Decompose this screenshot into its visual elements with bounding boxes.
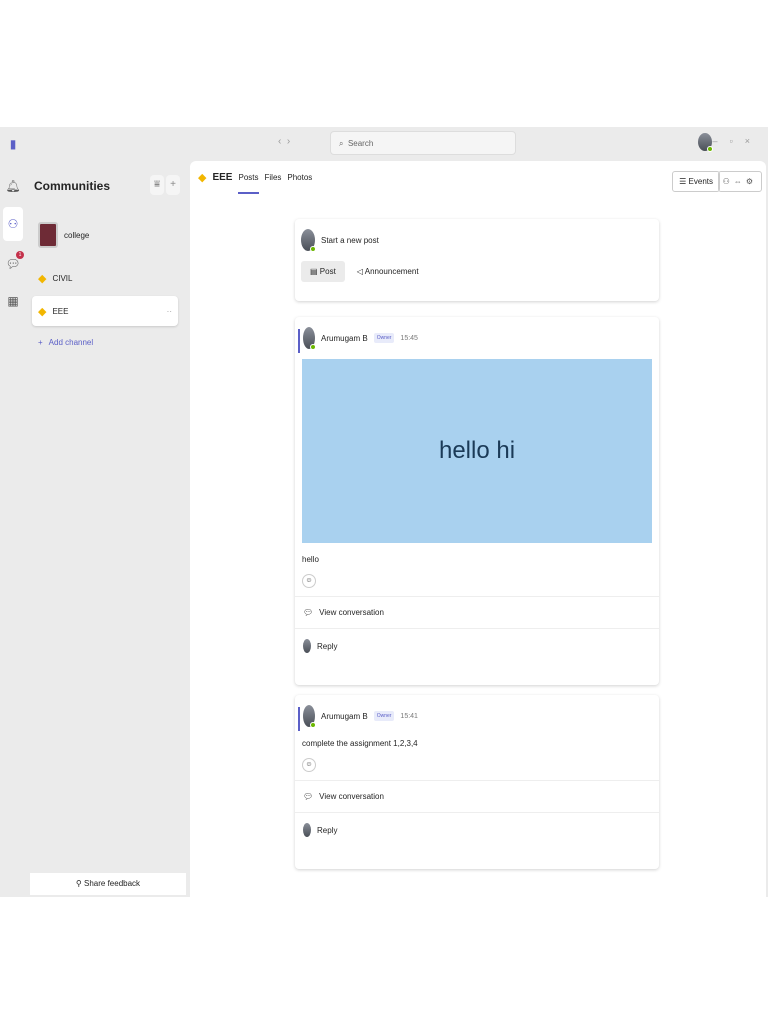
channel-eee[interactable]: ◆ EEE ·· xyxy=(32,296,178,326)
channel-civil[interactable]: ◆ CIVIL xyxy=(32,263,178,293)
add-reaction-icon[interactable]: ☺ xyxy=(302,574,316,588)
tab-photos[interactable]: Photos xyxy=(287,173,312,182)
events-button[interactable]: ☰ Events xyxy=(672,171,720,192)
search-input[interactable]: ⌕ Search xyxy=(330,131,516,155)
item-label: EEE xyxy=(52,306,69,316)
window-controls[interactable]: –▫× xyxy=(713,136,762,146)
avatar xyxy=(303,705,316,728)
view-label: View conversation xyxy=(319,608,384,617)
post-header: Arumugam B Owner 15:45 xyxy=(295,317,659,359)
add-button[interactable]: + xyxy=(166,175,180,195)
owner-badge: Owner xyxy=(373,711,395,721)
image-text: hello hi xyxy=(438,437,516,464)
author: Arumugam B xyxy=(321,333,368,343)
feedback-label: Share feedback xyxy=(84,879,141,888)
tab-files[interactable]: Files xyxy=(265,173,282,182)
reply-label: Reply xyxy=(317,641,338,651)
view-conversation-button[interactable]: 💬︎ View conversation xyxy=(295,780,659,812)
teams-window: ▮ 🔔︎ ⚇ 💬︎ 1 ▦ ‹ › ⌕ Search –▫× Communitie… xyxy=(0,127,768,897)
tag-icon: ◆ xyxy=(198,172,207,184)
reply-button[interactable]: Reply xyxy=(295,812,659,847)
announcement-button[interactable]: ◁ Announcement xyxy=(351,261,425,282)
channel-header: ◆ EEE Posts Files Photos xyxy=(198,171,312,194)
compose-placeholder: Start a new post xyxy=(321,235,379,245)
announcement-label: Announcement xyxy=(364,267,419,276)
notification-badge: 1 xyxy=(16,251,24,259)
compose-card: Start a new post ▤ Post ◁ Announcement xyxy=(295,219,659,301)
view-conversation-button[interactable]: 💬︎ View conversation xyxy=(295,596,659,628)
reply-label: Reply xyxy=(317,825,338,835)
avatar xyxy=(301,229,316,252)
user-avatar[interactable] xyxy=(698,133,713,152)
app-rail: ▮ 🔔︎ ⚇ 💬︎ 1 ▦ xyxy=(0,127,26,897)
item-label: Add channel xyxy=(48,337,94,347)
compose-row[interactable]: Start a new post xyxy=(295,219,659,261)
channel-tools[interactable]: ⚇⇔⚙ xyxy=(717,171,762,192)
tab-posts[interactable]: Posts xyxy=(238,173,259,194)
add-reaction-icon[interactable]: ☺ xyxy=(302,758,316,772)
owner-badge: Owner xyxy=(373,333,395,343)
sidebar-title: Communities xyxy=(34,179,111,193)
title-bar: ‹ › ⌕ Search –▫× xyxy=(26,127,768,159)
post-label: Post xyxy=(319,267,336,276)
share-feedback-button[interactable]: ⚲ Share feedback xyxy=(30,873,186,895)
channel-main: ◆ EEE Posts Files Photos ☰ Events ⚇⇔⚙ St… xyxy=(190,161,766,897)
item-label: college xyxy=(64,230,90,240)
channel-name: EEE xyxy=(212,172,233,183)
activity-bell-icon[interactable]: 🔔︎ xyxy=(4,177,22,195)
view-label: View conversation xyxy=(319,792,384,801)
back-forward-buttons[interactable]: ‹ › xyxy=(278,136,290,147)
communities-icon[interactable]: ⚇ xyxy=(3,207,23,241)
calendar-icon[interactable]: ▦ xyxy=(4,292,22,310)
community-avatar xyxy=(38,222,58,248)
post-button[interactable]: ▤ Post xyxy=(301,261,345,282)
tag-icon: ◆ xyxy=(38,305,47,318)
post-body: complete the assignment 1,2,3,4 xyxy=(302,739,418,748)
tag-icon: ◆ xyxy=(38,272,47,285)
communities-sidebar: Communities ⩸ + college ◆ CIVIL ◆ EEE ·· + A… xyxy=(28,161,188,897)
chat-icon[interactable]: 💬︎ 1 xyxy=(4,251,24,273)
community-college[interactable]: college xyxy=(32,217,178,253)
author: Arumugam B xyxy=(321,711,368,721)
search-placeholder: Search xyxy=(347,139,374,148)
avatar xyxy=(303,327,316,350)
more-icon[interactable]: ·· xyxy=(167,307,172,316)
post-card: Arumugam B Owner 15:45 hello hi hello ☺ 💬︎… xyxy=(295,317,659,685)
post-image[interactable]: hello hi xyxy=(302,359,652,543)
post-card: Arumugam B Owner 15:41 complete the assign… xyxy=(295,695,659,869)
add-channel-link[interactable]: + Add channel xyxy=(32,327,178,357)
teams-logo-icon: ▮ xyxy=(9,137,17,151)
timestamp: 15:45 xyxy=(400,334,418,342)
item-label: CIVIL xyxy=(52,273,73,283)
post-header: Arumugam B Owner 15:41 xyxy=(295,695,659,737)
post-body: hello xyxy=(302,555,319,564)
events-label: Events xyxy=(688,177,713,186)
reply-button[interactable]: Reply xyxy=(295,628,659,663)
filter-button[interactable]: ⩸ xyxy=(150,175,164,195)
timestamp: 15:41 xyxy=(400,712,418,720)
